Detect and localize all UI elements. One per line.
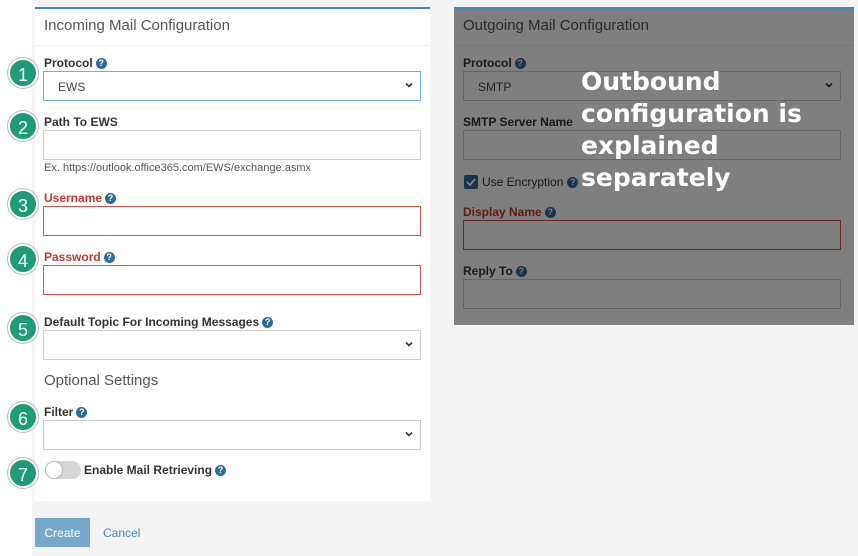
step-marker-2: 2: [8, 111, 38, 141]
path-label: Path To EWS: [44, 115, 118, 129]
protocol-select-value: EWS: [58, 80, 86, 94]
step-marker-3: 3: [8, 189, 38, 219]
default-topic-select[interactable]: [43, 330, 421, 360]
path-label-text: Path To EWS: [44, 115, 118, 129]
username-label-text: Username: [44, 191, 103, 205]
protocol-select[interactable]: EWS: [43, 71, 421, 101]
filter-label-text: Filter: [44, 405, 74, 419]
help-icon[interactable]: ?: [95, 57, 107, 69]
password-input[interactable]: [43, 265, 421, 295]
chevron-down-icon: [405, 81, 413, 89]
help-icon[interactable]: ?: [215, 464, 227, 476]
password-label-text: Password: [44, 250, 101, 264]
panel-divider: [35, 45, 430, 46]
help-icon[interactable]: ?: [103, 251, 115, 263]
step-marker-4: 4: [8, 244, 38, 274]
help-icon[interactable]: ?: [105, 192, 117, 204]
filter-label: Filter ?: [44, 405, 88, 419]
protocol-label: Protocol ?: [44, 56, 107, 70]
optional-settings-title: Optional Settings: [44, 372, 159, 389]
password-label: Password ?: [44, 250, 115, 264]
username-label: Username ?: [44, 191, 117, 205]
chevron-down-icon: [405, 430, 413, 438]
protocol-label-text: Protocol: [44, 56, 93, 70]
incoming-mail-panel: Incoming Mail Configuration Protocol ? E…: [35, 7, 430, 501]
step-marker-7: 7: [8, 458, 38, 488]
enable-mail-retrieving-toggle[interactable]: [45, 461, 81, 479]
help-icon[interactable]: ?: [262, 316, 274, 328]
chevron-down-icon: [405, 340, 413, 348]
default-topic-label: Default Topic For Incoming Messages ?: [44, 315, 274, 329]
step-marker-5: 5: [8, 313, 38, 343]
toggle-knob: [46, 462, 62, 478]
filter-select[interactable]: [43, 420, 421, 450]
default-topic-label-text: Default Topic For Incoming Messages: [44, 315, 260, 329]
step-marker-6: 6: [8, 402, 38, 432]
create-button[interactable]: Create: [35, 518, 90, 547]
incoming-panel-title: Incoming Mail Configuration: [44, 17, 230, 34]
username-input[interactable]: [43, 206, 421, 236]
enable-mail-retrieving-label: Enable Mail Retrieving ?: [84, 463, 227, 477]
help-icon[interactable]: ?: [76, 406, 88, 418]
path-hint: Ex. https://outlook.office365.com/EWS/ex…: [44, 162, 311, 174]
path-to-ews-input[interactable]: [43, 130, 421, 160]
overlay-note: Outbound configuration is explained sepa…: [581, 67, 802, 192]
enable-mail-retrieving-row: Enable Mail Retrieving ?: [45, 461, 227, 479]
cancel-link[interactable]: Cancel: [103, 526, 140, 540]
enable-mail-retrieving-text: Enable Mail Retrieving: [84, 463, 213, 477]
step-marker-1: 1: [8, 58, 38, 88]
